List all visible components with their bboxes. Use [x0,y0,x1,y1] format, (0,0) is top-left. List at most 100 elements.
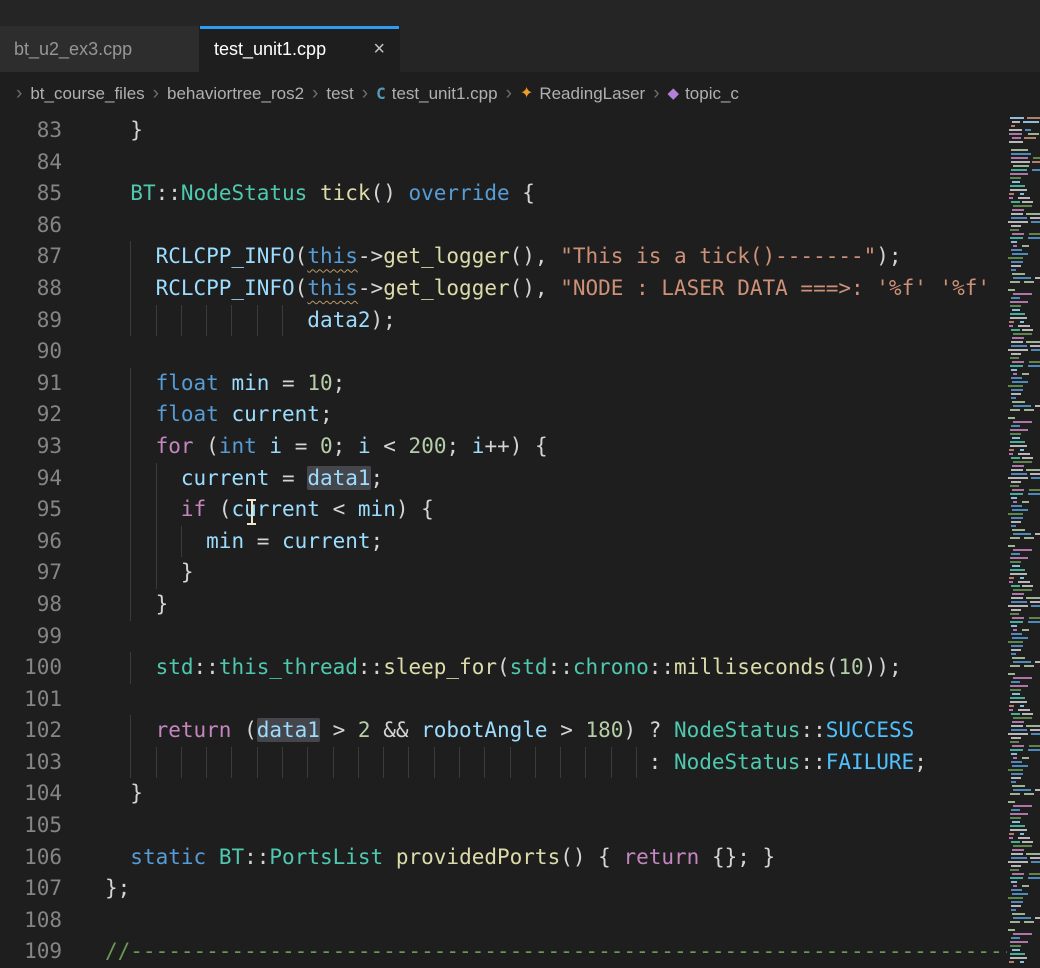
line-number[interactable]: 98 [0,589,62,621]
minimap-line [1010,569,1025,571]
code-area[interactable]: 83 }8485 BT::NodeStatus tick() override … [0,115,1040,968]
code-line[interactable]: 105 [0,810,1040,842]
minimap-line [1026,341,1040,343]
tab-bt_u2_ex3.cpp[interactable]: bt_u2_ex3.cpp [0,26,200,72]
code-line[interactable]: 98 } [0,589,1040,621]
tab-test_unit1.cpp[interactable]: test_unit1.cpp× [200,26,400,72]
code-line[interactable]: 91 float min = 10; [0,368,1040,400]
minimap-line [1011,241,1017,243]
code-line[interactable]: 89 data2); [0,305,1040,337]
breadcrumb-item-bt_course_files[interactable]: bt_course_files [30,84,144,104]
minimap-line [1028,365,1040,367]
code-line[interactable]: 87 RCLCPP_INFO(this->get_logger(), "This… [0,241,1040,273]
line-number[interactable]: 103 [0,747,62,779]
minimap-line [1011,725,1022,727]
minimap-line [1013,405,1031,407]
code-line[interactable]: 99 [0,621,1040,653]
minimap-line [1011,505,1022,507]
code-line[interactable]: 100 std::this_thread::sleep_for(std::chr… [0,652,1040,684]
minimap-line [1028,493,1040,495]
code-line[interactable]: 106 static BT::PortsList providedPorts()… [0,842,1040,874]
minimap-line [1018,453,1030,455]
line-number[interactable]: 100 [0,652,62,684]
code-line[interactable]: 101 [0,684,1040,716]
minimap-line [1026,597,1040,599]
minimap-line [1008,513,1023,515]
line-number[interactable]: 107 [0,873,62,905]
line-number[interactable]: 105 [0,810,62,842]
line-number[interactable]: 84 [0,147,62,179]
line-number[interactable]: 94 [0,463,62,495]
code-line[interactable]: 85 BT::NodeStatus tick() override { [0,178,1040,210]
line-number[interactable]: 93 [0,431,62,463]
code-line[interactable]: 107}; [0,873,1040,905]
line-number[interactable]: 90 [0,336,62,368]
minimap-line [1011,341,1022,343]
minimap-line [1023,121,1039,123]
code-line[interactable]: 102 return (data1 > 2 && robotAngle > 18… [0,715,1040,747]
minimap-line [1010,877,1024,879]
minimap-line [1011,161,1030,163]
code-line[interactable]: 95 if (current < min) { [0,494,1040,526]
minimap-line [1009,449,1014,451]
minimap-line [1009,129,1022,131]
code-line[interactable]: 90 [0,336,1040,368]
line-number[interactable]: 88 [0,273,62,305]
code-line-text: float current; [105,399,333,431]
minimap-line [1011,393,1021,395]
minimap-line [1012,693,1021,695]
line-number[interactable]: 87 [0,241,62,273]
breadcrumb-item-topic_c[interactable]: ◆topic_c [668,84,739,104]
minimap-line [1026,469,1040,471]
code-line[interactable]: 88 RCLCPP_INFO(this->get_logger(), "NODE… [0,273,1040,305]
minimap-line [1028,237,1040,239]
code-line[interactable]: 92 float current; [0,399,1040,431]
minimap-line [1011,649,1021,651]
minimap-line [1033,157,1040,159]
code-line[interactable]: 104 } [0,778,1040,810]
line-number[interactable]: 102 [0,715,62,747]
line-number[interactable]: 92 [0,399,62,431]
minimap-line [1008,801,1014,803]
close-icon[interactable]: × [373,39,385,59]
minimap-line [1011,369,1017,371]
minimap-line [1011,521,1021,523]
code-line[interactable]: 84 [0,147,1040,179]
breadcrumb-item-test_unit1.cpp[interactable]: Ctest_unit1.cpp [376,84,498,104]
minimap-line [1013,933,1032,935]
minimap-line [1035,277,1040,279]
line-number[interactable]: 106 [0,842,62,874]
code-line[interactable]: 103 : NodeStatus::FAILURE; [0,747,1040,779]
line-number[interactable]: 95 [0,494,62,526]
minimap[interactable] [1007,115,1040,968]
minimap-line [1028,621,1040,623]
code-line[interactable]: 93 for (int i = 0; i < 200; i++) { [0,431,1040,463]
minimap-line [1010,445,1027,447]
line-number[interactable]: 85 [0,178,62,210]
breadcrumb-item-behaviortree_ros2[interactable]: behaviortree_ros2 [167,84,304,104]
line-number[interactable]: 109 [0,936,62,968]
editor-pane[interactable]: 83 }8485 BT::NodeStatus tick() override … [0,115,1040,968]
code-line[interactable]: 83 } [0,115,1040,147]
line-number[interactable]: 89 [0,305,62,337]
line-number[interactable]: 96 [0,526,62,558]
code-line[interactable]: 108 [0,905,1040,937]
minimap-line [1030,601,1040,603]
breadcrumb-item-test[interactable]: test [326,84,353,104]
minimap-line [1013,373,1017,375]
code-line[interactable]: 96 min = current; [0,526,1040,558]
line-number[interactable]: 86 [0,210,62,242]
minimap-line [1022,885,1029,887]
line-number[interactable]: 108 [0,905,62,937]
line-number[interactable]: 104 [0,778,62,810]
code-line[interactable]: 86 [0,210,1040,242]
line-number[interactable]: 99 [0,621,62,653]
code-line[interactable]: 94 current = data1; [0,463,1040,495]
code-line[interactable]: 109//-----------------------------------… [0,936,1040,968]
line-number[interactable]: 83 [0,115,62,147]
breadcrumb-item-ReadingLaser[interactable]: ✦ReadingLaser [520,84,645,104]
line-number[interactable]: 101 [0,684,62,716]
line-number[interactable]: 91 [0,368,62,400]
code-line[interactable]: 97 } [0,557,1040,589]
line-number[interactable]: 97 [0,557,62,589]
